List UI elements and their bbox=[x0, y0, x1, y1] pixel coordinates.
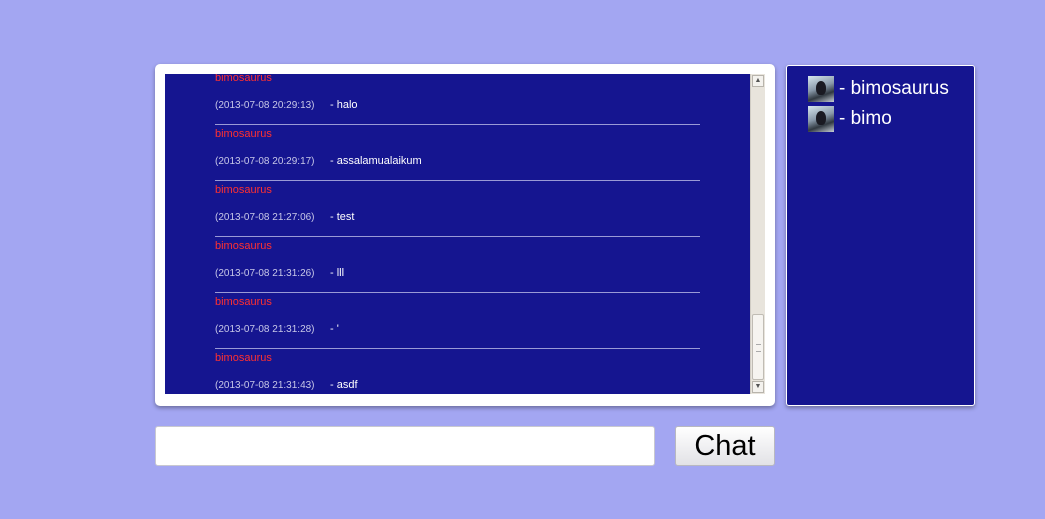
message-timestamp: (2013-07-08 21:31:26) bbox=[215, 268, 315, 279]
chat-message: bimosaurus (2013-07-08 21:31:28) - ' bbox=[215, 293, 700, 349]
message-timestamp: (2013-07-08 21:31:43) bbox=[215, 380, 315, 391]
chat-panel: bimosaurus (2013-07-08 20:29:13) - halo … bbox=[155, 64, 775, 406]
avatar bbox=[808, 76, 834, 102]
user-name: - bimosaurus bbox=[839, 78, 949, 99]
chat-message: bimosaurus (2013-07-08 21:31:26) - lll bbox=[215, 237, 700, 293]
scroll-down-arrow-icon[interactable]: ▼ bbox=[752, 381, 764, 393]
grip-icon bbox=[756, 344, 761, 352]
message-username: bimosaurus bbox=[215, 128, 272, 140]
scroll-up-arrow-icon[interactable]: ▲ bbox=[752, 75, 764, 87]
message-username: bimosaurus bbox=[215, 184, 272, 196]
user-list-item: - bimo bbox=[808, 106, 892, 132]
message-timestamp: (2013-07-08 20:29:13) bbox=[215, 100, 315, 111]
online-users-panel: - bimosaurus - bimo bbox=[786, 65, 975, 406]
message-username: bimosaurus bbox=[215, 296, 272, 308]
message-timestamp: (2013-07-08 21:27:06) bbox=[215, 212, 315, 223]
message-text: - ' bbox=[330, 323, 339, 335]
chat-message: bimosaurus (2013-07-08 20:29:13) - halo bbox=[215, 74, 700, 125]
message-text: - lll bbox=[330, 267, 345, 279]
message-username: bimosaurus bbox=[215, 74, 272, 84]
chat-message: bimosaurus (2013-07-08 21:31:43) - asdf bbox=[215, 349, 700, 394]
message-username: bimosaurus bbox=[215, 240, 272, 252]
chat-message: bimosaurus (2013-07-08 21:27:06) - test bbox=[215, 181, 700, 237]
avatar bbox=[808, 106, 834, 132]
message-username: bimosaurus bbox=[215, 352, 272, 364]
messages-container: bimosaurus (2013-07-08 20:29:13) - halo … bbox=[165, 74, 750, 394]
message-timestamp: (2013-07-08 21:31:28) bbox=[215, 324, 315, 335]
message-text: - asdf bbox=[330, 379, 358, 391]
message-text: - assalamualaikum bbox=[330, 155, 422, 167]
vertical-scrollbar[interactable]: ▲ ▼ bbox=[750, 74, 765, 394]
user-list-item: - bimosaurus bbox=[808, 76, 949, 102]
chat-send-button[interactable]: Chat bbox=[675, 426, 775, 466]
chat-message-input[interactable] bbox=[155, 426, 655, 466]
chat-message-list[interactable]: bimosaurus (2013-07-08 20:29:13) - halo … bbox=[165, 74, 765, 394]
user-name: - bimo bbox=[839, 108, 892, 129]
scroll-thumb[interactable] bbox=[752, 314, 764, 380]
chat-message: bimosaurus (2013-07-08 20:29:17) - assal… bbox=[215, 125, 700, 181]
message-text: - halo bbox=[330, 99, 358, 111]
message-timestamp: (2013-07-08 20:29:17) bbox=[215, 156, 315, 167]
message-text: - test bbox=[330, 211, 355, 223]
